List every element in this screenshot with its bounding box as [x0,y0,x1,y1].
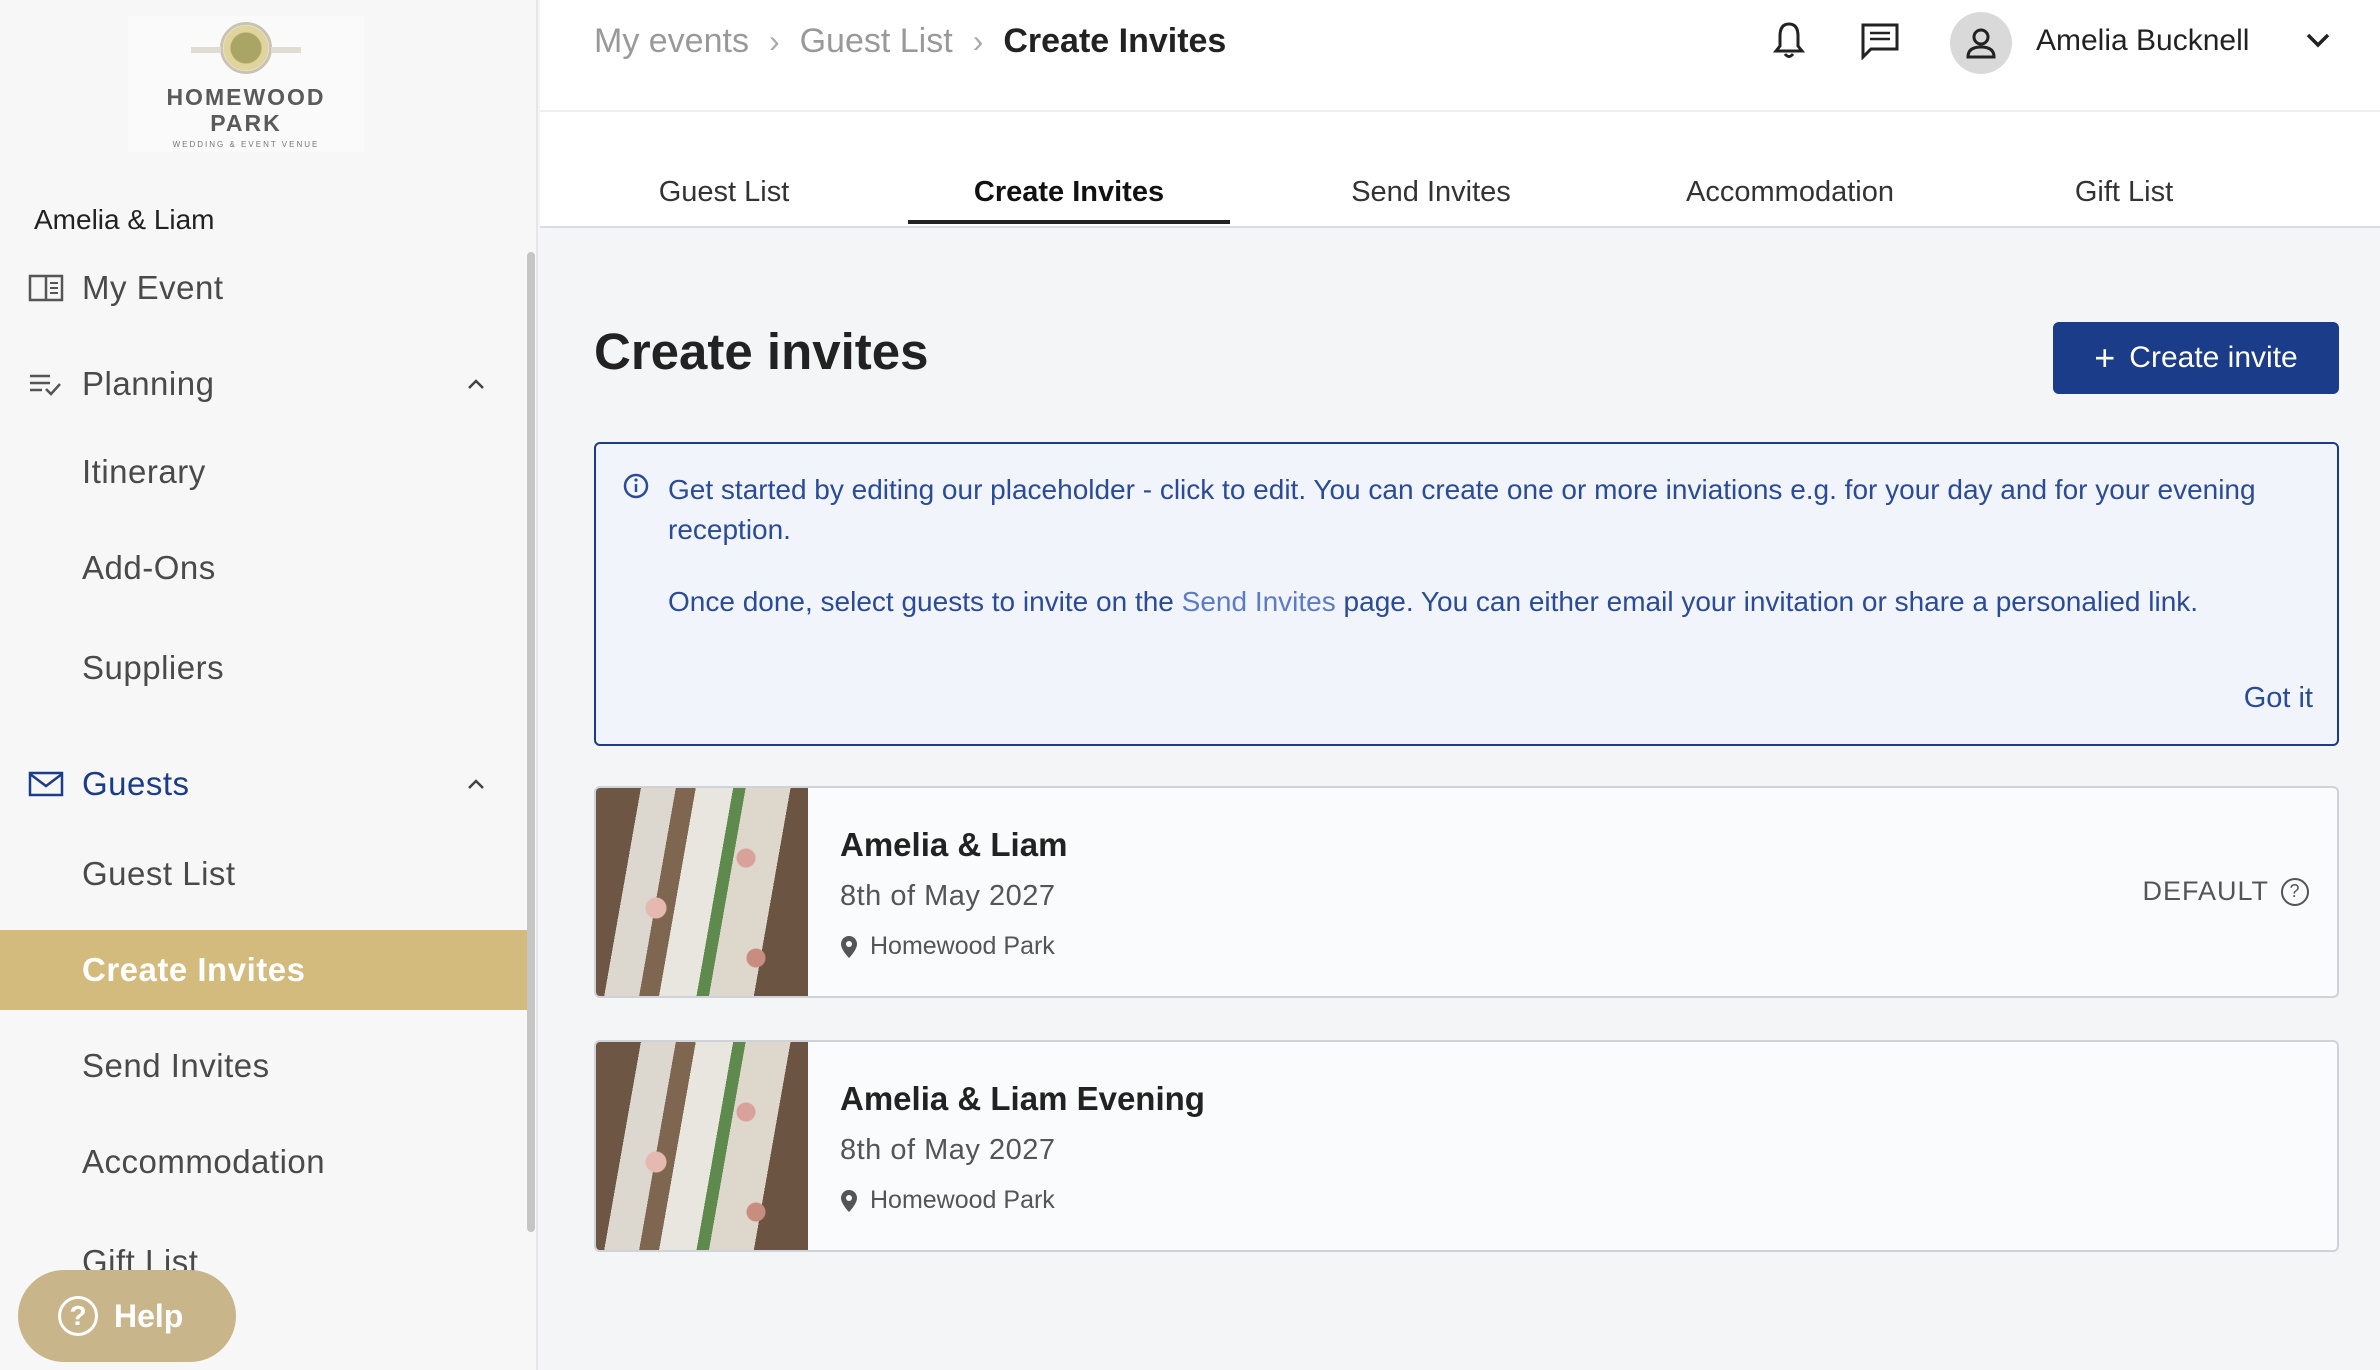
sidebar-item-guests[interactable]: Guests [0,754,530,814]
breadcrumb-guest-list[interactable]: Guest List [800,22,953,61]
send-invites-link[interactable]: Send Invites [1182,586,1336,617]
invite-location-text: Homewood Park [870,1186,1055,1214]
invite-location: Homewood Park [840,1186,1055,1215]
chevron-up-icon[interactable] [466,777,486,791]
location-pin-icon [841,1189,857,1212]
breadcrumb: My events › Guest List › Create Invites [594,22,1226,61]
logo-line2: PARK [210,110,282,136]
logo-line1: HOMEWOOD [166,84,326,110]
location-pin-icon [841,935,857,958]
sidebar-scrollbar[interactable] [527,252,535,1232]
invite-thumbnail-image [596,788,808,996]
sidebar-item-label: Accommodation [82,1143,326,1180]
help-button[interactable]: ? Help [18,1270,236,1362]
invite-title: Amelia & Liam Evening [840,1080,1205,1117]
create-invite-button[interactable]: + Create invite [2053,322,2339,394]
breadcrumb-current: Create Invites [1003,22,1227,60]
info-text-2-start: Once done, select guests to invite on th… [668,586,1182,617]
book-open-icon [28,274,64,302]
page-title: Create invites [594,323,929,380]
sidebar-item-itinerary[interactable]: Itinerary [0,442,530,502]
invite-title: Amelia & Liam [840,826,1068,863]
sidebar-item-label: Create Invites [82,951,306,988]
sidebar-item-label: Planning [82,365,215,402]
sidebar-item-planning[interactable]: Planning [0,354,530,414]
invite-card[interactable]: Amelia & Liam 8th of May 2027 Homewood P… [594,786,2339,998]
question-circle-icon[interactable]: ? [2281,877,2309,906]
got-it-button[interactable]: Got it [2244,678,2313,718]
tab-bar: Guest List Create Invites Send Invites A… [540,112,2380,228]
info-text-2: Once done, select guests to invite on th… [668,582,2317,622]
breadcrumb-my-events[interactable]: My events [594,22,749,61]
invite-thumbnail-image [596,1042,808,1250]
invite-card[interactable]: Amelia & Liam Evening 8th of May 2027 Ho… [594,1040,2339,1252]
person-icon [1966,28,1996,59]
sidebar-item-label: Suppliers [82,649,225,686]
chevron-right-icon: › [768,23,780,59]
sidebar-item-send-invites[interactable]: Send Invites [0,1036,530,1096]
tab-gift-list[interactable]: Gift List [2014,176,2234,209]
logo-tagline: WEDDING & EVENT VENUE [172,140,320,149]
plus-icon: + [2094,337,2116,378]
info-banner: Get started by editing our placeholder -… [594,442,2339,746]
sidebar-item-label: Send Invites [82,1047,270,1084]
invite-location: Homewood Park [840,932,1055,961]
help-label: Help [114,1297,184,1334]
chat-icon[interactable] [1860,22,1900,60]
sidebar-item-accommodation[interactable]: Accommodation [0,1132,530,1192]
user-name[interactable]: Amelia Bucknell [2036,24,2249,58]
sidebar-item-label: My Event [82,269,224,306]
tab-accommodation[interactable]: Accommodation [1650,176,1930,209]
invite-date: 8th of May 2027 [840,1134,1056,1166]
active-tab-indicator [908,220,1230,224]
info-icon [623,473,649,499]
chevron-up-icon[interactable] [466,377,486,391]
sidebar-item-guest-list[interactable]: Guest List [0,844,530,904]
sidebar-item-my-event[interactable]: My Event [0,258,530,318]
info-text-1: Get started by editing our placeholder -… [668,474,2256,545]
envelope-icon [28,771,64,797]
checklist-icon [30,374,61,396]
sidebar-item-label: Guest List [82,855,236,892]
venue-emblem-icon [191,22,301,74]
bell-icon[interactable] [1772,20,1806,60]
invite-date: 8th of May 2027 [840,880,1056,912]
event-couple-name: Amelia & Liam [34,204,215,235]
help-icon: ? [58,1296,98,1336]
avatar[interactable] [1950,12,2012,74]
top-header: My events › Guest List › Create Invites … [540,0,2380,112]
tab-send-invites[interactable]: Send Invites [1306,176,1556,209]
chevron-down-icon[interactable] [2304,30,2332,50]
tab-create-invites[interactable]: Create Invites [908,176,1230,209]
default-badge: DEFAULT ? [2142,876,2309,907]
sidebar-item-add-ons[interactable]: Add-Ons [0,538,530,598]
invite-location-text: Homewood Park [870,932,1055,960]
chevron-right-icon: › [972,23,984,59]
info-text-2-end: page. You can either email your invitati… [1335,586,2199,617]
venue-logo: HOMEWOOD PARK WEDDING & EVENT VENUE [128,16,364,152]
sidebar: HOMEWOOD PARK WEDDING & EVENT VENUE Amel… [0,0,538,1370]
default-badge-text: DEFAULT [2142,876,2269,906]
sidebar-item-label: Guests [82,765,190,802]
create-invite-label: Create invite [2129,341,2298,374]
sidebar-item-create-invites[interactable]: Create Invites [0,930,530,1010]
sidebar-item-label: Itinerary [82,453,206,490]
sidebar-item-suppliers[interactable]: Suppliers [0,638,530,698]
tab-guest-list[interactable]: Guest List [624,176,824,209]
sidebar-item-label: Add-Ons [82,549,216,586]
